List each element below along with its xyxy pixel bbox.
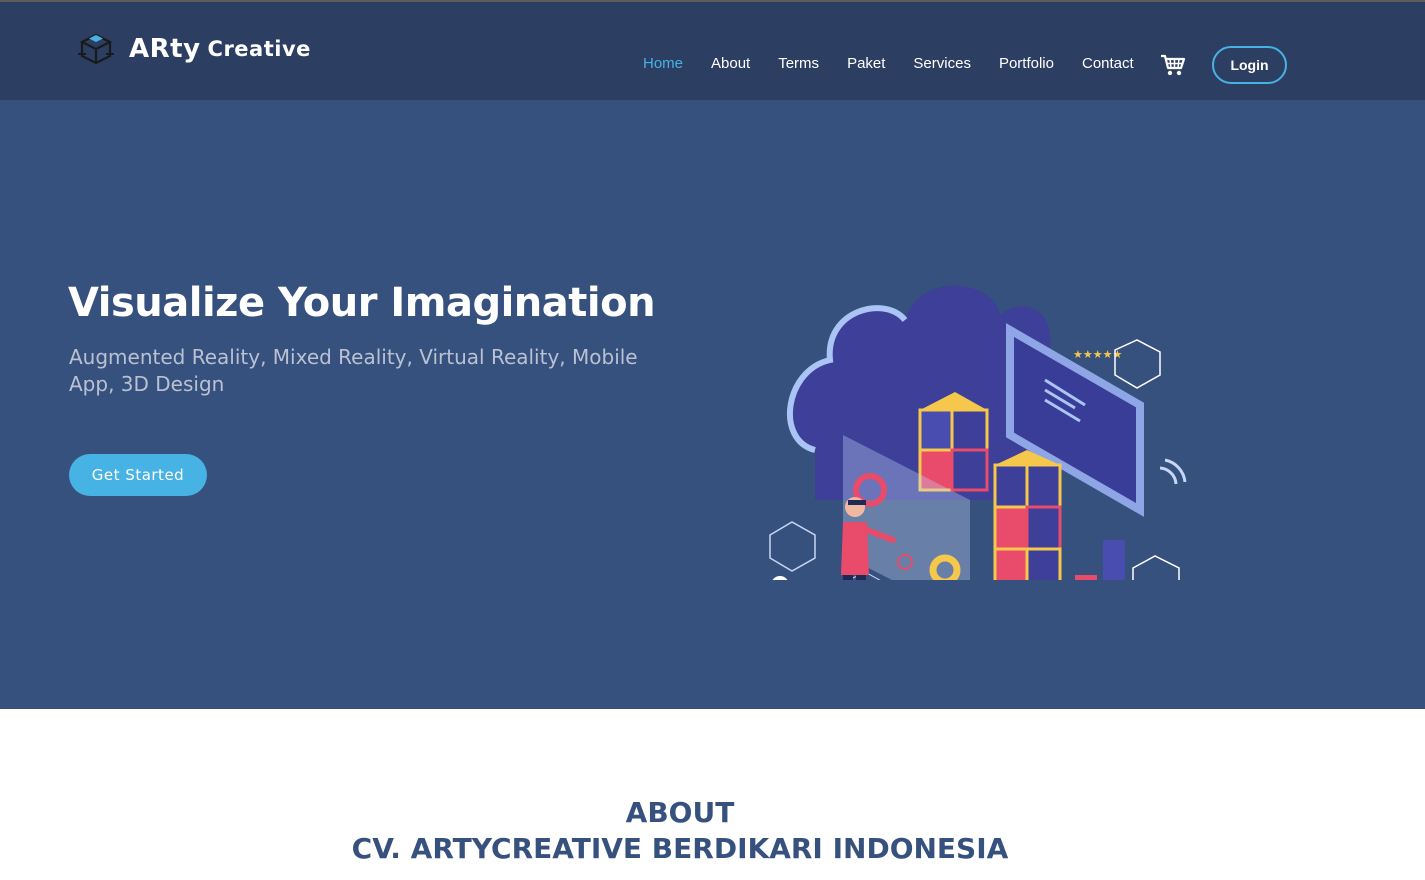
hero-subtitle: Augmented Reality, Mixed Reality, Virtua… <box>69 345 638 396</box>
nav-portfolio[interactable]: Portfolio <box>999 55 1054 72</box>
main-nav: Home About Terms Paket Services Portfoli… <box>643 55 1162 72</box>
nav-services[interactable]: Services <box>913 55 971 72</box>
nav-paket[interactable]: Paket <box>847 55 885 72</box>
hero-section: Visualize Your Imagination Augmented Rea… <box>0 100 1425 709</box>
nav-contact[interactable]: Contact <box>1082 55 1134 72</box>
hero-title: Visualize Your Imagination <box>68 280 656 326</box>
hero-illustration: ★★★★★ ★★★★★ <box>769 285 1187 580</box>
login-button[interactable]: Login <box>1212 46 1287 84</box>
brand-subtitle: Creative <box>207 37 311 61</box>
navbar: ARty Creative Home About Terms Paket Ser… <box>0 2 1425 100</box>
get-started-button[interactable]: Get Started <box>69 454 207 496</box>
cube-logo-icon <box>78 33 114 65</box>
about-heading-line1: ABOUT <box>625 796 735 829</box>
about-section: ABOUT CV. ARTYCREATIVE BERDIKARI INDONES… <box>0 709 1425 880</box>
brand-name: ARty <box>129 34 201 64</box>
nav-terms[interactable]: Terms <box>778 55 819 72</box>
cart-icon[interactable] <box>1160 53 1186 77</box>
brand-logo-link[interactable]: ARty Creative <box>77 32 311 66</box>
about-heading-line2: CV. ARTYCREATIVE BERDIKARI INDONESIA <box>351 832 1009 865</box>
nav-about[interactable]: About <box>711 55 750 72</box>
about-heading: ABOUT CV. ARTYCREATIVE BERDIKARI INDONES… <box>0 795 1360 867</box>
nav-home[interactable]: Home <box>643 55 683 72</box>
